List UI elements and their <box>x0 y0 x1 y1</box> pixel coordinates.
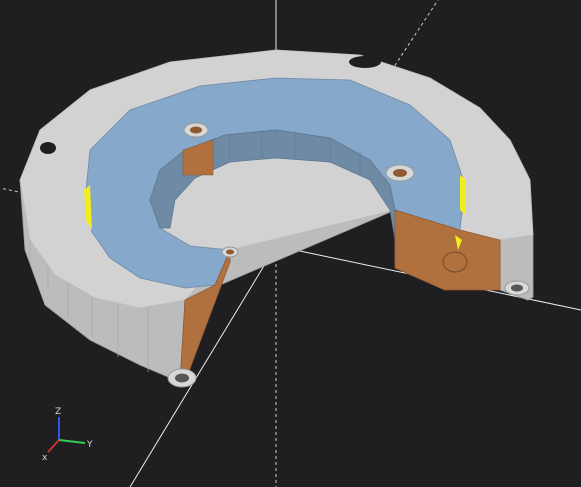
3d-viewport[interactable]: Z Y x <box>0 0 581 487</box>
gizmo-y-label: Y <box>86 440 93 450</box>
notch-top <box>349 56 381 68</box>
gizmo-x-label: x <box>42 453 48 463</box>
axes-gizmo: Z Y x <box>42 407 93 463</box>
scene-canvas[interactable]: Z Y x <box>0 0 581 487</box>
highlight-right <box>460 175 466 215</box>
hole-cut-face <box>442 251 468 273</box>
gizmo-z-label: Z <box>55 407 61 417</box>
notch-left <box>40 142 56 154</box>
